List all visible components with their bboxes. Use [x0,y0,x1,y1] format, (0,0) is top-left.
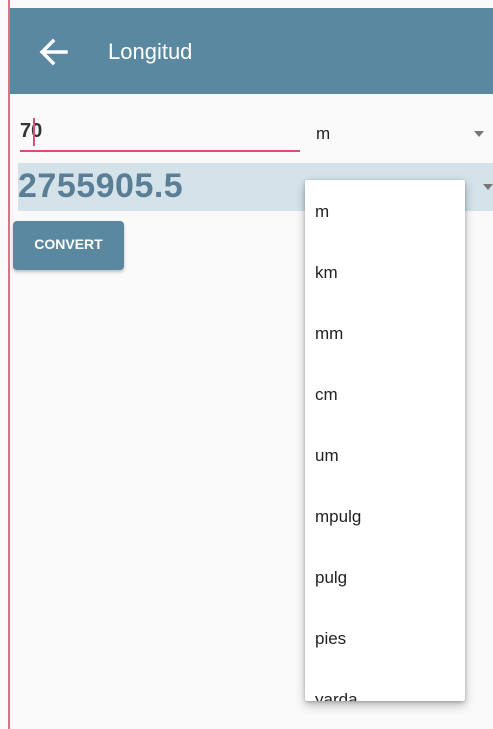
unit-option-m[interactable]: m [305,181,465,242]
unit-option-pies[interactable]: pies [305,608,465,669]
unit-option-yarda[interactable]: yarda [305,669,465,701]
unit-option-um[interactable]: um [305,425,465,486]
from-unit-dropdown-icon [474,131,484,137]
unit-option-km[interactable]: km [305,242,465,303]
unit-dropdown-menu: m km mm cm um mpulg pulg pies yarda [305,180,465,701]
left-edge-line [8,0,10,729]
app-bar: Longitud [10,8,493,94]
unit-option-cm[interactable]: cm [305,364,465,425]
unit-option-mpulg[interactable]: mpulg [305,486,465,547]
page-title: Longitud [108,39,193,64]
input-underline [20,150,300,152]
text-caret [33,118,35,146]
result-value: 2755905.5 [18,167,184,205]
from-unit-select[interactable]: m [304,114,493,154]
back-arrow-icon [39,38,68,66]
unit-option-pulg[interactable]: pulg [305,547,465,608]
to-unit-dropdown-icon[interactable] [483,184,493,190]
screen: Longitud 70 m 2755905.5 CONVERT m km mm … [0,0,493,729]
back-button[interactable] [34,32,74,72]
from-unit-value: m [316,124,331,143]
convert-button[interactable]: CONVERT [13,221,124,270]
value-input-text: 70 [20,120,43,142]
unit-option-mm[interactable]: mm [305,303,465,364]
value-input[interactable]: 70 [20,114,300,154]
